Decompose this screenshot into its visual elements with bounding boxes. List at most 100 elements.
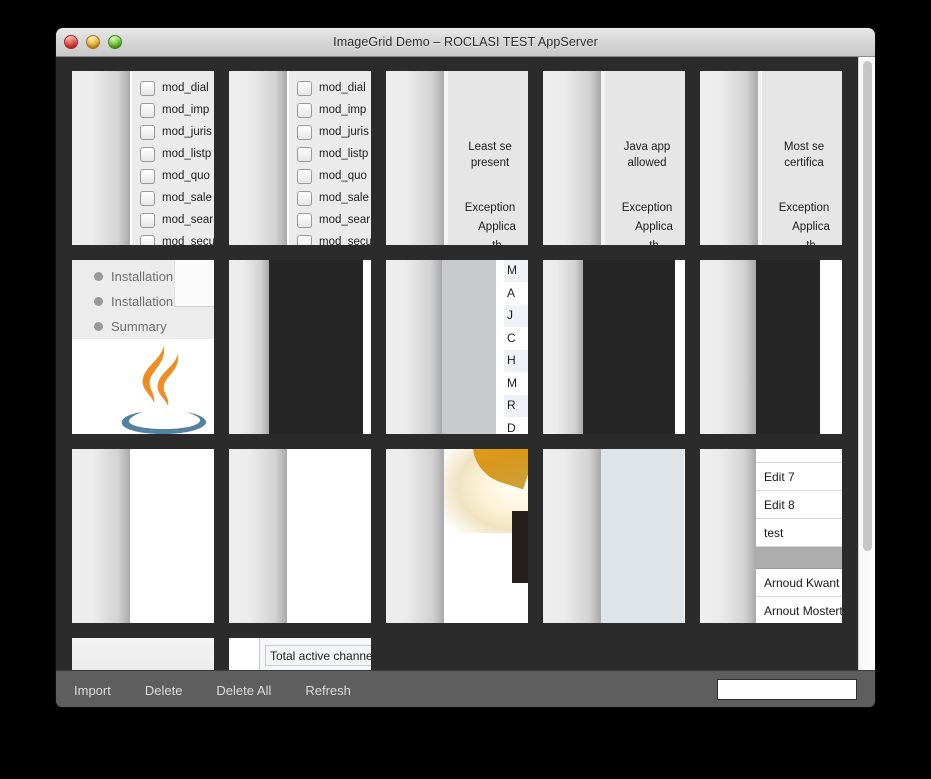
minimize-button-icon[interactable] (86, 35, 100, 49)
zoom-button-icon[interactable] (108, 35, 122, 49)
grid-cell-thumbnail[interactable]: Java app allowed Exception Applica th (543, 71, 685, 245)
list-item[interactable]: Edit 7 (756, 463, 842, 491)
list-item[interactable]: Arnout Mostert (756, 597, 842, 623)
total-active-channels-label: Total active channels (265, 645, 371, 666)
grid-cell-thumbnail[interactable] (386, 449, 528, 623)
vertical-scrollbar[interactable] (858, 57, 875, 670)
checkbox-icon[interactable] (297, 234, 312, 245)
grid-cell-thumbnail[interactable]: Most se certifica Exception Applica th (700, 71, 842, 245)
checkbox-icon[interactable] (140, 146, 155, 162)
grid-cell-thumbnail[interactable]: M A J C H M R D (386, 260, 528, 434)
dialog-body-line: Exception (778, 202, 830, 214)
checkbox-icon[interactable] (140, 168, 155, 184)
checkbox-icon[interactable] (140, 102, 155, 118)
list-item[interactable]: C (504, 327, 528, 350)
checkbox-icon[interactable] (297, 80, 312, 96)
list-item-label: mod_imp (319, 104, 367, 116)
list-item[interactable]: mod_sear (132, 209, 214, 231)
list-item[interactable]: mod_dial (289, 77, 371, 99)
checkbox-icon[interactable] (297, 102, 312, 118)
list-item[interactable]: R (504, 395, 528, 418)
list-item[interactable]: mod_juris (132, 121, 214, 143)
dark-band (583, 260, 675, 434)
list-item[interactable]: mod_quo (289, 165, 371, 187)
list-item[interactable]: Edit 8 (756, 491, 842, 519)
grid-cell-thumbnail[interactable] (543, 260, 685, 434)
list-item[interactable]: J (504, 305, 528, 328)
list-item[interactable]: mod_secu (289, 231, 371, 245)
list-item[interactable]: mod_juris (289, 121, 371, 143)
java-logo-icon (121, 346, 207, 434)
list-item[interactable]: mod_secu (132, 231, 214, 245)
dialog-body-line: Applica (635, 221, 673, 233)
grid-cell-thumbnail[interactable]: Total active channels (229, 638, 371, 670)
list-item-label: mod_imp (162, 104, 210, 116)
grid-cell-thumbnail[interactable] (229, 260, 371, 434)
checkbox-icon[interactable] (140, 124, 155, 140)
checkbox-icon[interactable] (140, 234, 155, 245)
grid-cell-thumbnail[interactable] (72, 638, 214, 670)
grid-cell-thumbnail[interactable]: mod_dial mod_imp mod_juris mod_listp mod… (229, 71, 371, 245)
list-item[interactable]: mod_quo (132, 165, 214, 187)
grid-cell-thumbnail[interactable] (543, 449, 685, 623)
grid-cell-thumbnail[interactable]: Edit 7 Edit 8 test Arnoud Kwant Arnout M… (700, 449, 842, 623)
list-item[interactable]: mod_imp (132, 99, 214, 121)
dialog-title-line: Least se (468, 141, 512, 153)
list-item[interactable]: mod_sale (132, 187, 214, 209)
grid-cell-thumbnail[interactable] (229, 449, 371, 623)
import-button[interactable]: Import (74, 683, 111, 698)
dialog-body-line: th (766, 237, 842, 245)
list-item[interactable]: M (504, 260, 528, 283)
delete-button[interactable]: Delete (145, 683, 183, 698)
checkbox-icon[interactable] (140, 80, 155, 96)
dialog-title: Most se certifica (766, 139, 842, 171)
grid-cell-thumbnail[interactable]: mod_dial mod_imp mod_juris mod_listp mod… (72, 71, 214, 245)
page-edge-gradient (543, 71, 601, 245)
grid-cell-thumbnail[interactable] (72, 449, 214, 623)
list-item[interactable]: mod_sale (289, 187, 371, 209)
dialog-body: Exception Applica th (766, 199, 842, 245)
close-button-icon[interactable] (64, 35, 78, 49)
list-item[interactable]: A (504, 282, 528, 305)
checkbox-icon[interactable] (297, 124, 312, 140)
grid-cell-thumbnail[interactable]: Least se present Exception Applica th (386, 71, 528, 245)
security-dialog-thumbnail: Least se present Exception Applica th (448, 71, 528, 245)
list-item[interactable]: H (504, 350, 528, 373)
checkbox-icon[interactable] (140, 212, 155, 228)
list-item[interactable]: mod_imp (289, 99, 371, 121)
window-controls (64, 28, 122, 56)
checkbox-icon[interactable] (297, 190, 312, 206)
dialog-body-line: Exception (464, 202, 516, 214)
list-item[interactable]: test (756, 519, 842, 547)
list-item[interactable] (756, 449, 842, 463)
checkbox-icon[interactable] (297, 146, 312, 162)
page-edge-gradient (386, 449, 444, 623)
photo-dark-shape (512, 511, 528, 583)
dark-panel-thumbnail (700, 260, 842, 434)
list-item-label: mod_sear (319, 214, 371, 226)
delete-all-button[interactable]: Delete All (216, 683, 271, 698)
checkbox-icon[interactable] (297, 212, 312, 228)
search-input[interactable] (717, 679, 857, 700)
dialog-body-line: th (452, 237, 528, 245)
checkbox-icon[interactable] (140, 190, 155, 206)
checkbox-icon[interactable] (297, 168, 312, 184)
dialog-body: Exception Applica th (609, 199, 685, 245)
list-item[interactable]: mod_dial (132, 77, 214, 99)
list-item[interactable]: D (504, 417, 528, 434)
refresh-button[interactable]: Refresh (305, 683, 351, 698)
list-item-label: mod_sale (162, 192, 212, 204)
list-item-label: mod_secu (162, 236, 214, 245)
list-item[interactable]: mod_sear (289, 209, 371, 231)
dialog-title-line: Java app (623, 141, 671, 153)
list-item[interactable]: M (504, 372, 528, 395)
scrollbar-thumb[interactable] (862, 61, 872, 551)
grid-cell-thumbnail[interactable]: Installation Installation Summary (72, 260, 214, 434)
list-item[interactable]: mod_listp (132, 143, 214, 165)
name-list: Edit 7 Edit 8 test Arnoud Kwant Arnout M… (756, 449, 842, 623)
dialog-body: Exception Applica th (452, 199, 528, 245)
list-item[interactable]: Arnoud Kwant (756, 569, 842, 597)
list-item[interactable]: mod_listp (289, 143, 371, 165)
page-edge-gradient (229, 449, 287, 623)
grid-cell-thumbnail[interactable] (700, 260, 842, 434)
